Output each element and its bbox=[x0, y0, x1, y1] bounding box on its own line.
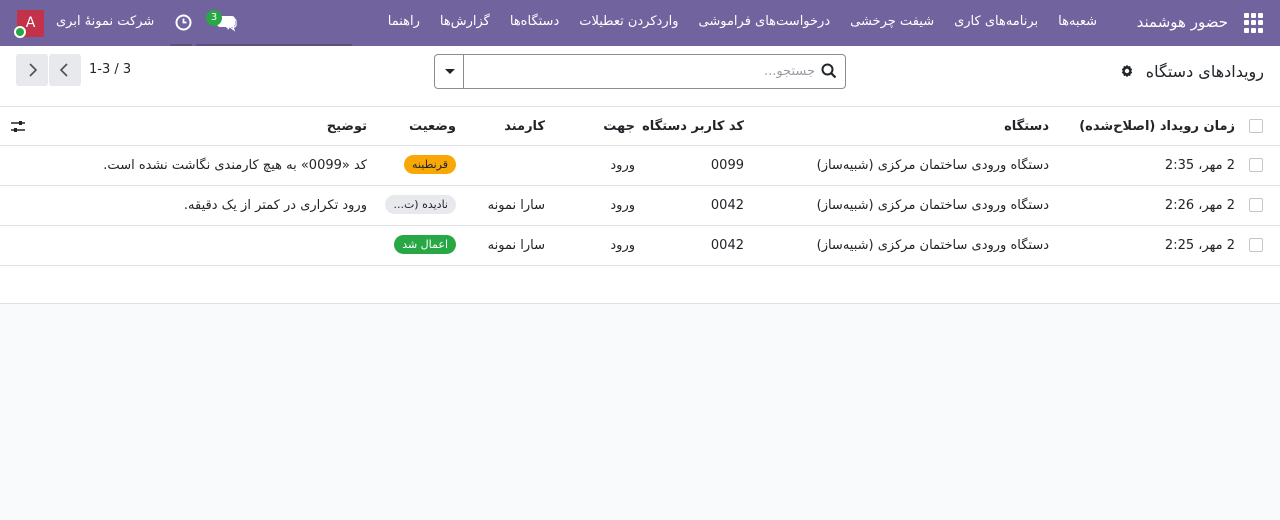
page-title: رویدادهای دستگاه bbox=[1145, 62, 1264, 81]
column-header-code[interactable]: کد کاربر دستگاه bbox=[642, 119, 744, 134]
cell-description: کد «0099» به هیچ کارمندی نگاشت نشده است. bbox=[103, 158, 367, 173]
presence-indicator bbox=[14, 26, 26, 38]
cell-time: 2 مهر، 2:26 bbox=[1164, 198, 1235, 213]
app-brand[interactable]: حضور هوشمند bbox=[1137, 13, 1228, 31]
caret-down-icon bbox=[445, 69, 455, 74]
pager-value[interactable]: 1-3 / 3 bbox=[89, 62, 131, 77]
cell-code: 0042 bbox=[710, 238, 744, 253]
column-header-direction[interactable]: جهت bbox=[603, 119, 635, 134]
menu-item-help[interactable]: راهنما bbox=[388, 14, 420, 29]
events-list: زمان رویداد (اصلاح‌شده) دستگاه کد کاربر … bbox=[0, 106, 1280, 304]
menu-item-devices[interactable]: دستگاه‌ها bbox=[510, 14, 559, 29]
table-row[interactable]: 2 مهر، 2:35 دستگاه ورودی ساختمان مرکزی (… bbox=[0, 146, 1280, 186]
status-badge: قرنطینه bbox=[404, 155, 456, 174]
cell-direction: ورود bbox=[610, 158, 635, 173]
cell-direction: ورود bbox=[610, 238, 635, 253]
cell-employee: سارا نمونه bbox=[487, 238, 545, 253]
column-header-device[interactable]: دستگاه bbox=[1004, 119, 1049, 134]
chat-button[interactable]: 3 bbox=[206, 10, 240, 33]
menu-item-forgotten-requests[interactable]: درخواست‌های فراموشی bbox=[699, 14, 831, 29]
cell-time: 2 مهر، 2:25 bbox=[1164, 238, 1235, 253]
status-badge: اعمال شد bbox=[394, 235, 456, 254]
table-row[interactable]: 2 مهر، 2:25 دستگاه ورودی ساختمان مرکزی (… bbox=[0, 226, 1280, 266]
activity-clock-icon[interactable] bbox=[175, 14, 192, 31]
table-footer-row bbox=[0, 266, 1280, 304]
status-badge: نادیده (ت... bbox=[385, 195, 456, 214]
company-switcher[interactable]: شرکت نمونهٔ ابری bbox=[56, 14, 154, 29]
row-checkbox[interactable] bbox=[1249, 158, 1263, 172]
cell-device: دستگاه ورودی ساختمان مرکزی (شبیه‌ساز) bbox=[816, 198, 1049, 213]
menu-item-import-holidays[interactable]: واردکردن تعطیلات bbox=[579, 14, 678, 29]
column-header-employee[interactable]: کارمند bbox=[504, 119, 545, 134]
row-checkbox[interactable] bbox=[1249, 198, 1263, 212]
search-icon[interactable] bbox=[821, 63, 837, 79]
row-checkbox[interactable] bbox=[1249, 238, 1263, 252]
cell-description: ورود تکراری در کمتر از یک دقیقه. bbox=[183, 198, 367, 213]
search-options-toggle[interactable] bbox=[435, 55, 464, 88]
pager-next-button[interactable] bbox=[49, 54, 81, 86]
chevron-left-icon bbox=[59, 63, 68, 77]
menu-item-work-schedules[interactable]: برنامه‌های کاری bbox=[954, 14, 1038, 29]
cell-device: دستگاه ورودی ساختمان مرکزی (شبیه‌ساز) bbox=[816, 158, 1049, 173]
menu-item-branches[interactable]: شعبه‌ها bbox=[1058, 14, 1097, 29]
cell-direction: ورود bbox=[610, 198, 635, 213]
gear-icon[interactable] bbox=[1120, 64, 1134, 78]
main-menu: شعبه‌ها برنامه‌های کاری شیفت چرخشی درخوا… bbox=[388, 14, 1097, 29]
systray: 3 شرکت نمونهٔ ابری A bbox=[0, 0, 260, 46]
optional-columns-icon[interactable] bbox=[10, 119, 26, 135]
select-all-checkbox[interactable] bbox=[1249, 119, 1263, 133]
cell-code: 0099 bbox=[710, 158, 744, 173]
control-panel: رویدادهای دستگاه 1-3 / 3 bbox=[0, 46, 1280, 106]
chevron-right-icon bbox=[29, 63, 38, 77]
cell-code: 0042 bbox=[710, 198, 744, 213]
cell-device: دستگاه ورودی ساختمان مرکزی (شبیه‌ساز) bbox=[816, 238, 1049, 253]
column-header-description[interactable]: توضیح bbox=[327, 119, 367, 134]
pager-previous-button[interactable] bbox=[16, 54, 48, 86]
apps-grid-icon[interactable] bbox=[1244, 13, 1264, 33]
table-header-row: زمان رویداد (اصلاح‌شده) دستگاه کد کاربر … bbox=[0, 106, 1280, 146]
menu-item-rotating-shift[interactable]: شیفت چرخشی bbox=[850, 14, 934, 29]
chat-count-badge: 3 bbox=[206, 10, 222, 26]
cell-time: 2 مهر، 2:35 bbox=[1164, 158, 1235, 173]
table-row[interactable]: 2 مهر، 2:26 دستگاه ورودی ساختمان مرکزی (… bbox=[0, 186, 1280, 226]
cell-employee: سارا نمونه bbox=[487, 198, 545, 213]
column-header-status[interactable]: وضعیت bbox=[409, 119, 456, 134]
menu-item-reports[interactable]: گزارش‌ها bbox=[440, 14, 490, 29]
top-navbar: حضور هوشمند شعبه‌ها برنامه‌های کاری شیفت… bbox=[0, 0, 1280, 46]
search-input[interactable] bbox=[475, 59, 815, 84]
search-box bbox=[434, 54, 846, 89]
column-header-time[interactable]: زمان رویداد (اصلاح‌شده) bbox=[1079, 119, 1235, 134]
